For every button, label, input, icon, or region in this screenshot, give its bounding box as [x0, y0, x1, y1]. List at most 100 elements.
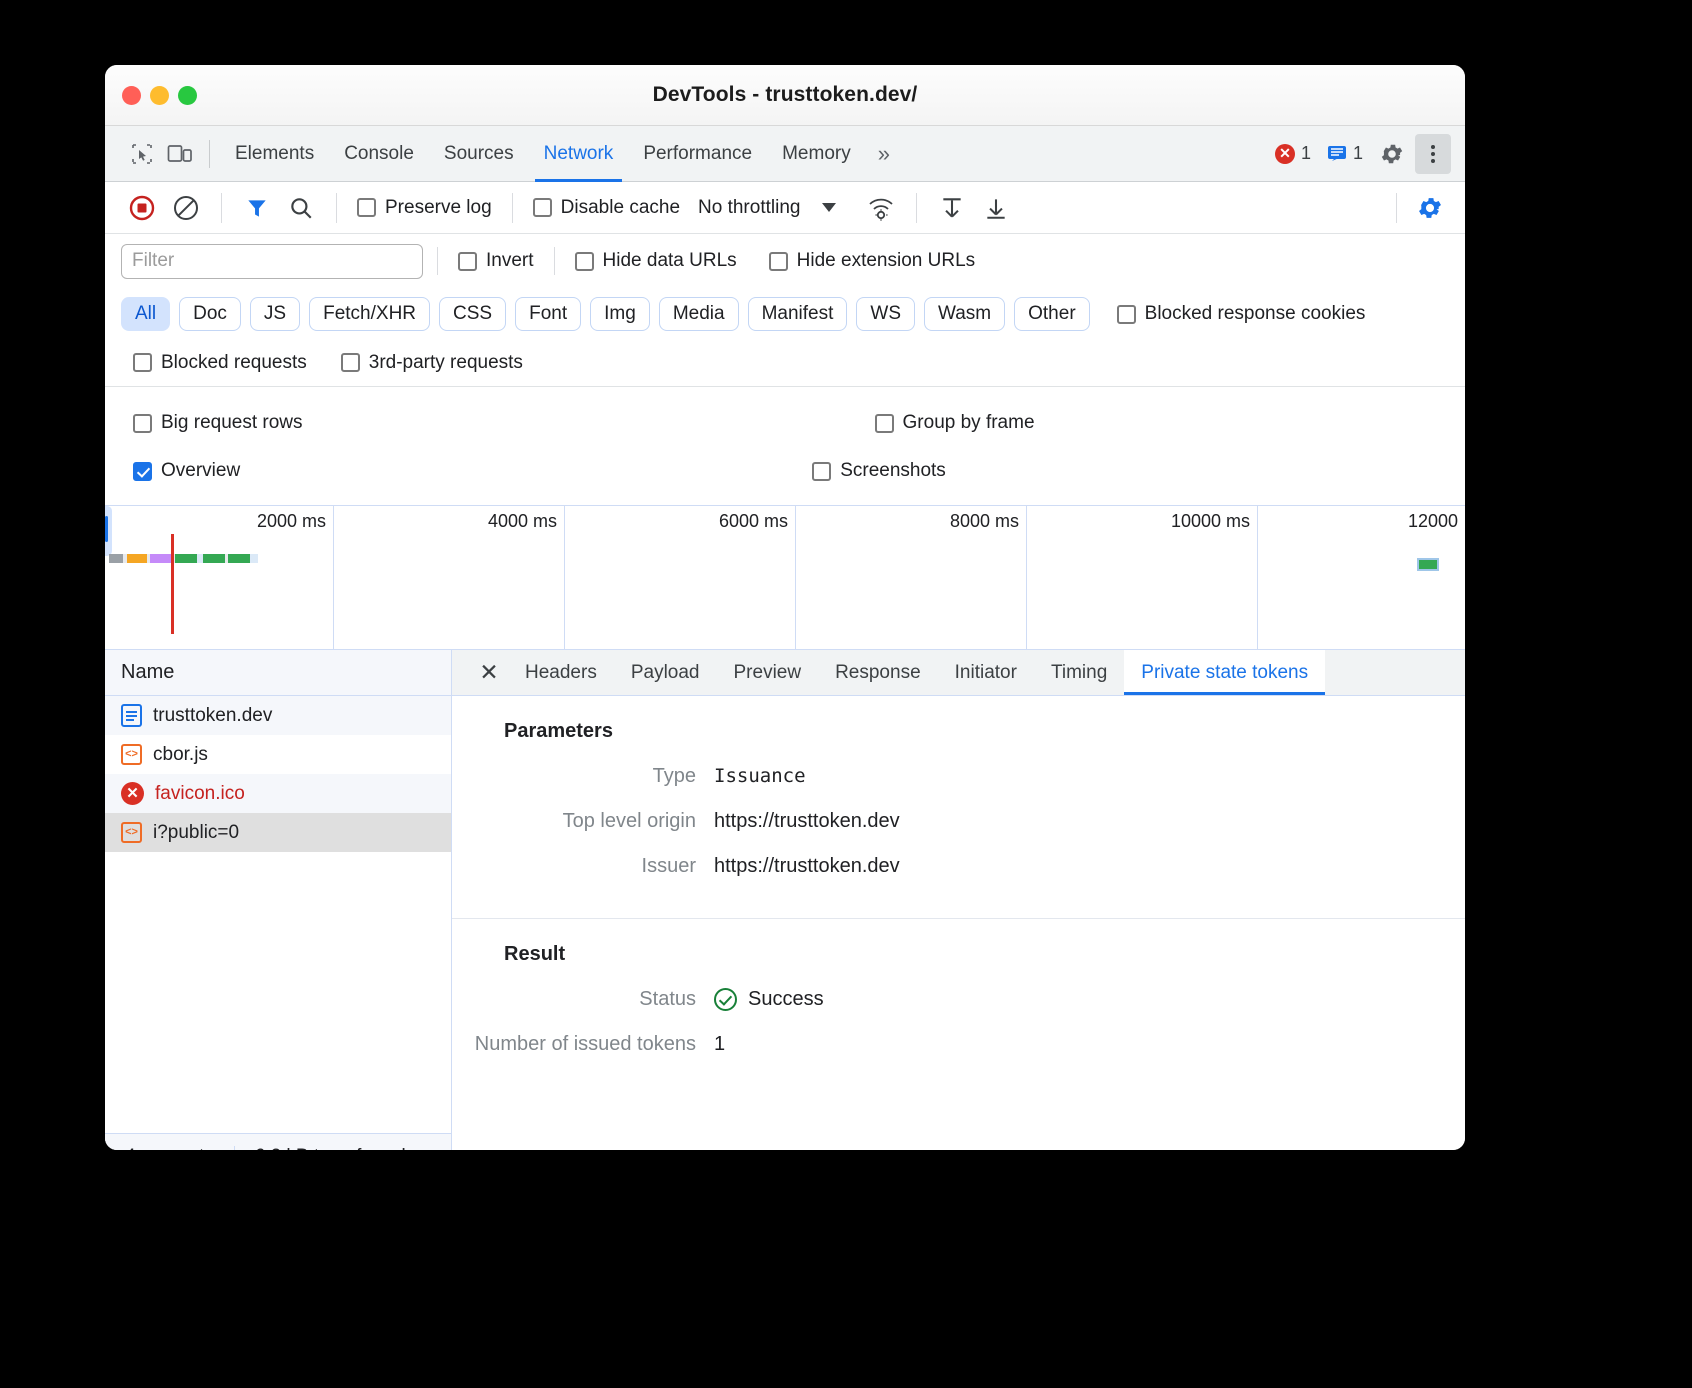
tab-payload[interactable]: Payload [614, 650, 717, 695]
toolbar-divider [221, 193, 222, 223]
preserve-log-checkbox[interactable]: Preserve log [351, 197, 498, 219]
chip-other[interactable]: Other [1014, 297, 1090, 331]
third-party-requests-checkbox[interactable]: 3rd-party requests [335, 352, 529, 374]
screenshots-checkbox[interactable]: Screenshots [806, 460, 952, 482]
filter-divider-2 [554, 247, 555, 275]
disable-cache-checkbox[interactable]: Disable cache [527, 197, 686, 219]
device-toolbar-icon[interactable] [161, 135, 199, 173]
column-header-name: Name [121, 661, 174, 684]
filter-input[interactable] [121, 244, 423, 279]
more-tabs-icon[interactable]: » [866, 141, 902, 167]
window-title: DevTools - trusttoken.dev/ [105, 83, 1465, 107]
checkbox-box [133, 353, 152, 372]
message-badge[interactable]: 1 [1321, 143, 1369, 164]
request-summary-bar: 4 requests 6.2 kB transferred [105, 1133, 451, 1150]
inspect-element-icon[interactable] [123, 135, 161, 173]
chip-label: All [135, 303, 156, 325]
overview-tick-10000: 10000 ms [1027, 506, 1258, 649]
chip-label: Img [604, 303, 636, 325]
more-options-kebab-icon[interactable] [1415, 134, 1451, 174]
throttling-select[interactable]: No throttling [698, 197, 800, 219]
message-icon [1327, 145, 1347, 163]
chip-img[interactable]: Img [590, 297, 650, 331]
filter-funnel-icon[interactable] [236, 187, 278, 229]
chip-media[interactable]: Media [659, 297, 739, 331]
group-by-frame-label: Group by frame [903, 412, 1035, 434]
tab-timing[interactable]: Timing [1034, 650, 1124, 695]
table-row[interactable]: trusttoken.dev [105, 696, 451, 735]
network-overview-timeline[interactable]: 2000 ms 4000 ms 6000 ms 8000 ms 10000 ms… [105, 505, 1465, 650]
chip-font[interactable]: Font [515, 297, 581, 331]
parameters-title: Parameters [504, 720, 1465, 743]
overview-segment-4 [150, 554, 172, 563]
tab-private-state-tokens[interactable]: Private state tokens [1124, 650, 1325, 695]
tab-label: Response [835, 662, 921, 684]
chip-ws[interactable]: WS [856, 297, 915, 331]
chevron-down-icon[interactable] [822, 203, 836, 212]
table-row[interactable]: <> cbor.js [105, 735, 451, 774]
tab-label: Performance [643, 143, 752, 165]
tick-label: 12000 [1408, 511, 1458, 532]
tab-performance[interactable]: Performance [628, 126, 767, 182]
param-type: Type Issuance [452, 765, 1465, 788]
record-stop-icon[interactable] [121, 187, 163, 229]
tab-network[interactable]: Network [529, 126, 629, 182]
group-by-frame-checkbox[interactable]: Group by frame [869, 412, 1041, 434]
settings-gear-icon[interactable] [1373, 135, 1411, 173]
invert-checkbox[interactable]: Invert [452, 250, 540, 272]
tab-label: Private state tokens [1141, 662, 1308, 684]
tab-headers[interactable]: Headers [508, 650, 614, 695]
tab-console[interactable]: Console [329, 126, 429, 182]
network-split: Name trusttoken.dev <> cbor.js ✕ favicon… [105, 650, 1465, 1150]
request-list-header[interactable]: Name [105, 650, 451, 696]
import-har-icon[interactable] [931, 187, 973, 229]
error-badge[interactable]: ✕ 1 [1269, 143, 1317, 164]
network-conditions-icon[interactable] [860, 187, 902, 229]
close-icon[interactable]: ✕ [470, 650, 508, 695]
request-name: trusttoken.dev [153, 705, 272, 727]
chip-label: CSS [453, 303, 492, 325]
result-section: Result Status Success Number of issued t… [452, 918, 1465, 1096]
tab-elements[interactable]: Elements [220, 126, 329, 182]
tab-preview[interactable]: Preview [717, 650, 819, 695]
overview-checkbox[interactable]: Overview [127, 460, 246, 482]
chip-doc[interactable]: Doc [179, 297, 241, 331]
search-icon[interactable] [280, 187, 322, 229]
window-titlebar: DevTools - trusttoken.dev/ [105, 65, 1465, 126]
request-list: trusttoken.dev <> cbor.js ✕ favicon.ico … [105, 696, 451, 1133]
export-har-icon[interactable] [975, 187, 1017, 229]
tab-memory[interactable]: Memory [767, 126, 866, 182]
chip-all[interactable]: All [121, 297, 170, 331]
tab-label: Sources [444, 143, 514, 165]
chip-manifest[interactable]: Manifest [748, 297, 848, 331]
overview-left-handle[interactable] [105, 506, 112, 556]
tab-initiator[interactable]: Initiator [938, 650, 1034, 695]
result-token-count: Number of issued tokens 1 [452, 1033, 1465, 1056]
checkbox-box [533, 198, 552, 217]
table-row[interactable]: ✕ favicon.ico [105, 774, 451, 813]
chip-label: Manifest [762, 303, 834, 325]
overview-tick-2000: 2000 ms [105, 506, 334, 649]
chip-js[interactable]: JS [250, 297, 300, 331]
tab-sources[interactable]: Sources [429, 126, 529, 182]
settings-row-2: Overview Screenshots [127, 447, 1443, 495]
tab-response[interactable]: Response [818, 650, 938, 695]
blocked-requests-checkbox[interactable]: Blocked requests [127, 352, 313, 374]
hide-data-urls-checkbox[interactable]: Hide data URLs [569, 250, 743, 272]
toolbar-divider-3 [512, 193, 513, 223]
tab-label: Preview [734, 662, 802, 684]
checkbox-box [133, 414, 152, 433]
chip-wasm[interactable]: Wasm [924, 297, 1005, 331]
chip-css[interactable]: CSS [439, 297, 506, 331]
hide-extension-urls-checkbox[interactable]: Hide extension URLs [763, 250, 981, 272]
table-row[interactable]: <> i?public=0 [105, 813, 451, 852]
overview-label: Overview [161, 460, 240, 482]
big-request-rows-checkbox[interactable]: Big request rows [127, 412, 309, 434]
chip-fetch-xhr[interactable]: Fetch/XHR [309, 297, 430, 331]
blocked-response-cookies-checkbox[interactable]: Blocked response cookies [1111, 303, 1372, 325]
network-settings-gear-icon[interactable] [1409, 187, 1451, 229]
toolbar-divider-2 [336, 193, 337, 223]
clear-icon[interactable] [165, 187, 207, 229]
overview-segment-10 [228, 554, 250, 563]
checkbox-box [341, 353, 360, 372]
